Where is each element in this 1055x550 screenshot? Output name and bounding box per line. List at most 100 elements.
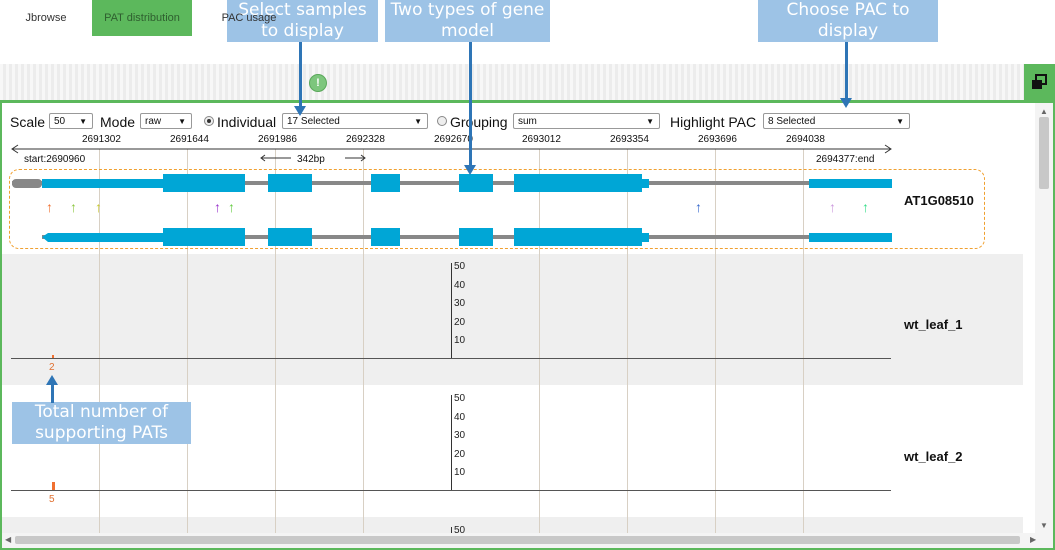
grouping-radio[interactable] (437, 116, 447, 126)
callout-line: Two types of gene (390, 0, 545, 20)
grid-line (539, 254, 540, 548)
utr-block (42, 233, 163, 242)
gene-model (12, 174, 892, 246)
ruler-line (11, 144, 892, 154)
pac-arrow-icon: ↑ (46, 199, 53, 215)
exon (268, 228, 312, 246)
grouping-select[interactable]: sum ▼ (513, 113, 660, 129)
y-tick: 50 (454, 261, 466, 272)
callout-arrow (469, 42, 472, 166)
baseline (11, 358, 891, 359)
exon (268, 174, 312, 192)
utr-block (642, 233, 649, 242)
y-axis (451, 263, 452, 358)
highlight-pac-label: Highlight PAC (670, 114, 757, 130)
scroll-left-icon[interactable]: ◀ (5, 535, 11, 544)
callout-arrow (299, 42, 302, 107)
info-icon[interactable]: ! (309, 74, 327, 92)
grid-line (363, 254, 364, 548)
callout-line: supporting PATs (35, 423, 168, 443)
utr-block (12, 179, 42, 188)
y-tick: 50 (454, 393, 466, 404)
mode-select[interactable]: raw ▼ (140, 113, 192, 129)
chevron-down-icon: ▼ (414, 117, 422, 126)
highlight-pac-value: 8 Selected (768, 116, 816, 127)
callout-arrow (51, 384, 54, 403)
callout-choose-pac: Choose PAC to display (758, 0, 938, 42)
popout-icon (1032, 74, 1047, 89)
scale-label: Scale (10, 114, 46, 130)
track-wt-leaf-1 (2, 254, 1023, 385)
callout-arrow-head (46, 375, 58, 385)
pac-arrow-icon: ↑ (695, 199, 702, 215)
y-tick: 20 (454, 449, 466, 460)
callout-line: Choose PAC to (786, 0, 910, 20)
grid-line (803, 254, 804, 548)
pac-arrow-icon: ↑ (95, 199, 102, 215)
y-tick: 40 (454, 412, 466, 423)
exon (371, 228, 400, 246)
tab-pac-usage[interactable]: PAC usage (205, 0, 293, 36)
vertical-scrollbar[interactable]: ▲ ▼ (1035, 103, 1053, 533)
pac-arrow-icon: ↑ (829, 199, 836, 215)
callout-arrow (845, 42, 848, 99)
grid-line (715, 254, 716, 548)
pac-arrow-icon: ↑ (228, 199, 235, 215)
utr-block (809, 233, 892, 242)
individual-label: Individual (217, 114, 277, 130)
y-tick: 40 (454, 280, 466, 291)
pac-arrow-icon: ↑ (70, 199, 77, 215)
gene-name: AT1G08510 (904, 193, 974, 208)
scale-value: 50 (54, 116, 66, 127)
scroll-thumb[interactable] (1039, 117, 1049, 189)
y-tick: 10 (454, 467, 466, 478)
mode-value: raw (145, 116, 162, 127)
scroll-up-icon[interactable]: ▲ (1040, 107, 1048, 116)
ruler-start: start:2690960 (24, 154, 86, 165)
grouping-label: Grouping (450, 114, 508, 130)
pat-count: 2 (49, 362, 55, 373)
chevron-down-icon: ▼ (896, 117, 904, 126)
y-tick: 20 (454, 317, 466, 328)
main-panel: Scale 50 ▼ Mode raw ▼ Individual 17 Select… (0, 100, 1055, 550)
span-label: 342bp (297, 154, 325, 165)
callout-gene-model: Two types of gene model (385, 0, 550, 42)
callout-line: Total number of (34, 402, 169, 422)
grid-line (275, 254, 276, 548)
pat-bar (52, 482, 55, 490)
tab-bar (0, 64, 1055, 100)
individual-radio[interactable] (204, 116, 214, 126)
samples-value: 17 Selected (287, 116, 340, 127)
scroll-down-icon[interactable]: ▼ (1040, 521, 1048, 530)
pat-count: 5 (49, 494, 55, 505)
utr-block (42, 179, 163, 188)
horizontal-scrollbar[interactable]: ◀ ▶ (2, 533, 1053, 548)
utr-block (642, 179, 649, 188)
y-tick: 30 (454, 298, 466, 309)
scale-select[interactable]: 50 ▼ (49, 113, 93, 129)
track-name: wt_leaf_1 (904, 317, 963, 332)
y-tick: 10 (454, 335, 466, 346)
chevron-down-icon: ▼ (79, 117, 87, 126)
y-axis (451, 395, 452, 490)
callout-line: model (441, 21, 494, 41)
chevron-down-icon: ▼ (646, 117, 654, 126)
scroll-thumb[interactable] (15, 536, 1020, 544)
exon (459, 174, 493, 192)
callout-total-pats: Total number of supporting PATs (12, 402, 191, 444)
track-name: wt_leaf_2 (904, 449, 963, 464)
callout-line: display (817, 21, 879, 41)
grouping-value: sum (518, 116, 537, 127)
highlight-pac-select[interactable]: 8 Selected ▼ (763, 113, 910, 129)
exon (163, 228, 245, 246)
exon (371, 174, 400, 192)
scroll-right-icon[interactable]: ▶ (1030, 535, 1036, 544)
pac-arrow-icon: ↑ (214, 199, 221, 215)
grid-line (627, 254, 628, 548)
tab-jbrowse[interactable]: Jbrowse (0, 0, 92, 36)
callout-arrow-head (840, 98, 852, 108)
tab-pat-distribution[interactable]: PAT distribution (92, 0, 192, 36)
pac-arrow-icon: ↑ (862, 199, 869, 215)
chevron-down-icon: ▼ (178, 117, 186, 126)
exon (514, 228, 642, 246)
